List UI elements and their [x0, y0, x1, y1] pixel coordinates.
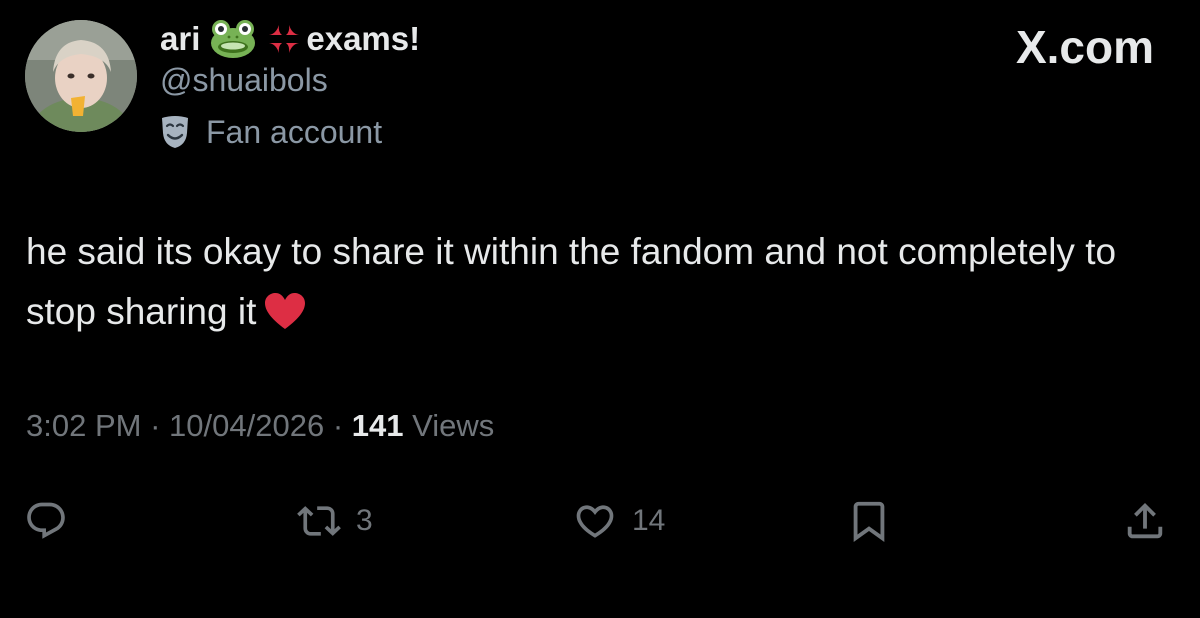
- frog-emoji-icon: [210, 19, 256, 59]
- reply-icon: [27, 502, 65, 539]
- like-button[interactable]: 14: [572, 496, 665, 546]
- display-name-suffix: exams!: [306, 20, 421, 57]
- display-name[interactable]: ari exams!: [160, 14, 420, 64]
- avatar-photo: [25, 20, 137, 132]
- account-label: Fan account: [160, 112, 382, 152]
- tweet-body: he said its okay to share it within the …: [26, 231, 1117, 332]
- x-com-watermark: X.com: [1015, 21, 1154, 73]
- share-icon: [1127, 502, 1163, 539]
- heart-icon: [576, 505, 614, 538]
- share-button[interactable]: [1122, 496, 1168, 546]
- anger-emoji-icon: [266, 21, 302, 57]
- avatar[interactable]: [25, 20, 137, 132]
- account-label-text: Fan account: [206, 113, 383, 150]
- action-bar: 3 14: [0, 496, 1200, 546]
- red-heart-emoji-icon: [264, 288, 306, 348]
- retweet-button[interactable]: 3: [296, 496, 373, 546]
- tweet-text: he said its okay to share it within the …: [26, 222, 1146, 348]
- views-count: 141: [351, 408, 404, 443]
- retweet-icon: [297, 506, 341, 536]
- tweet-time[interactable]: 3:02 PM: [26, 408, 141, 443]
- display-name-text: ari: [160, 20, 201, 57]
- performing-arts-masks-icon: [160, 115, 190, 149]
- views-label: Views: [412, 408, 495, 443]
- bookmark-icon: [853, 501, 885, 542]
- tweet-meta: 3:02 PM · 10/04/2026 · 141 Views: [26, 408, 494, 444]
- meta-separator: ·: [332, 408, 344, 443]
- bookmark-button[interactable]: [846, 496, 892, 546]
- like-count: 14: [632, 504, 666, 537]
- tweet-date[interactable]: 10/04/2026: [169, 408, 324, 443]
- retweet-count: 3: [356, 504, 373, 537]
- meta-separator: ·: [150, 408, 161, 443]
- reply-button[interactable]: [24, 496, 82, 546]
- user-handle[interactable]: @shuaibols: [160, 62, 328, 99]
